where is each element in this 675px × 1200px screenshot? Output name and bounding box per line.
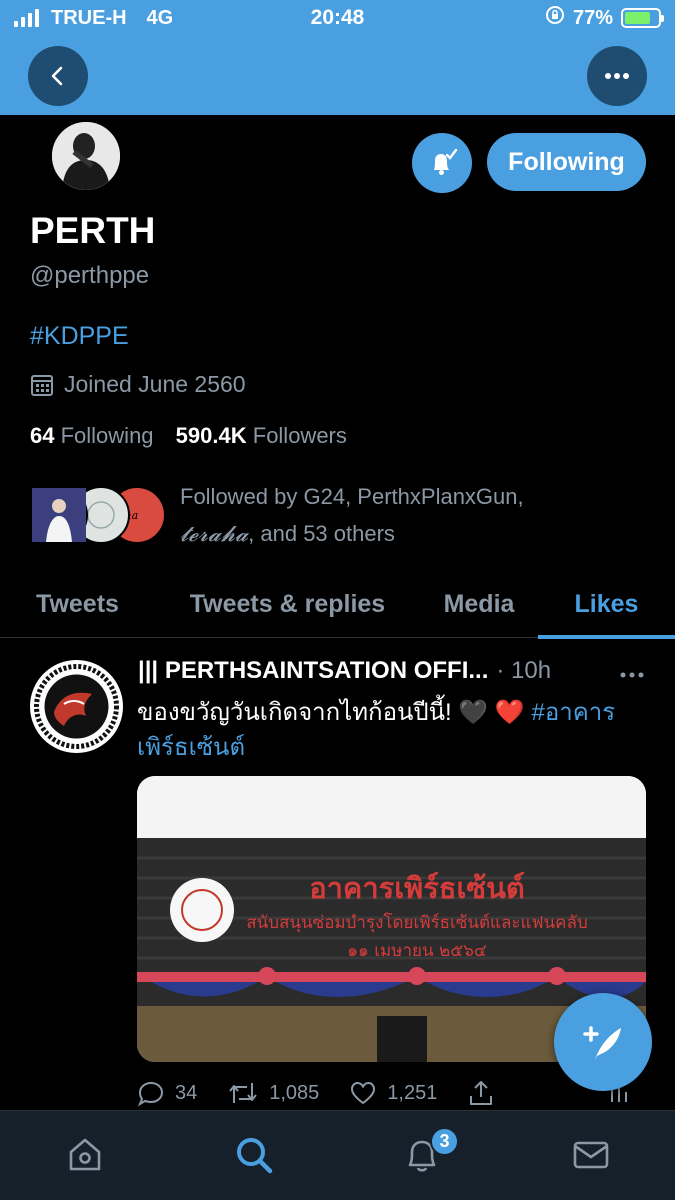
calendar-icon — [31, 374, 53, 396]
battery-icon — [621, 8, 664, 28]
profile-tabs: Tweets Tweets & replies Media Likes — [0, 572, 675, 639]
followed-by-section[interactable]: aha Followed by G24, PerthxPlanxGun, 𝓽𝓮𝓻… — [30, 478, 660, 558]
tweet-timestamp: · 10h — [496, 657, 552, 684]
chevron-left-icon — [51, 66, 63, 86]
followed-by-line-1: Followed by G24, PerthxPlanxGun, — [180, 484, 524, 509]
joined-date: Joined June 2560 — [30, 371, 246, 398]
sign-date: ๑๑ เมษายน ๒๕๖๔ — [347, 941, 487, 961]
more-options-button[interactable] — [587, 46, 647, 106]
like-count: 1,251 — [387, 1081, 438, 1104]
nav-home[interactable] — [63, 1133, 107, 1177]
follower-avatar-1 — [30, 486, 88, 544]
joined-label: Joined June 2560 — [64, 371, 246, 397]
heart-icon — [351, 1081, 376, 1105]
bottom-navigation — [0, 1110, 675, 1200]
followers-count-link[interactable]: 590.4K Followers — [176, 423, 347, 448]
following-button[interactable]: Following — [487, 133, 646, 191]
bell-check-icon — [434, 148, 458, 175]
tab-media[interactable]: Media — [420, 572, 538, 637]
tab-tweets[interactable]: Tweets — [0, 572, 155, 637]
reply-icon — [137, 1081, 164, 1107]
status-bar: TRUE-H 4G 20:48 77% — [0, 0, 675, 36]
tweet-text: ของขวัญวันเกิดจากไทก้อนปีนี้! 🖤 ❤️ #อาคา… — [137, 695, 652, 765]
followed-by-name: 𝓽𝓮𝓻𝓪𝓱𝓪 — [180, 522, 249, 547]
followers-label: Followers — [252, 423, 347, 448]
share-icon — [470, 1081, 493, 1105]
tweet-header: ||| PERTHSAINTSATION OFFI... · 10h — [138, 657, 658, 685]
tab-tweets-and-replies[interactable]: Tweets & replies — [155, 572, 420, 637]
retweet-button[interactable]: 1,085 — [227, 1079, 319, 1107]
rotation-lock-icon — [545, 5, 565, 31]
back-button[interactable] — [28, 46, 88, 106]
reply-button[interactable]: 34 — [137, 1079, 197, 1107]
follow-counts: 64 Following 590.4K Followers — [30, 423, 347, 449]
profile-name: PERTH — [30, 210, 156, 251]
compose-feather-icon — [583, 1026, 621, 1060]
profile-bio-hashtag[interactable]: #KDPPE — [30, 322, 129, 351]
sign-subtitle: สนับสนุนซ่อมบำรุงโดยเพิร์ธเซ้นต์และแฟนคล… — [246, 912, 588, 933]
battery-percent: 77% — [572, 6, 613, 29]
following-count-link[interactable]: 64 Following — [30, 423, 154, 448]
sign-title: อาคารเพิร์ธเซ้นต์ — [309, 871, 525, 905]
nav-messages[interactable] — [569, 1133, 613, 1177]
search-icon — [237, 1138, 273, 1174]
retweet-icon — [229, 1083, 258, 1103]
following-label: Following — [60, 423, 154, 448]
profile-handle: @perthppe — [30, 262, 150, 289]
mail-icon — [573, 1141, 609, 1169]
tweet-body: ของขวัญวันเกิดจากไทก้อนปีนี้! 🖤 ❤️ — [137, 699, 532, 726]
followers-count: 590.4K — [175, 423, 247, 448]
reply-count: 34 — [175, 1081, 198, 1104]
following-count: 64 — [30, 423, 55, 448]
followed-by-line-2: , and 53 others — [248, 521, 395, 546]
more-horizontal-icon — [605, 73, 629, 79]
share-button[interactable] — [467, 1079, 495, 1107]
notification-badge: 3 — [430, 1127, 459, 1156]
compose-tweet-button[interactable] — [554, 993, 652, 1091]
followed-by-text: Followed by G24, PerthxPlanxGun, 𝓽𝓮𝓻𝓪𝓱𝓪,… — [180, 478, 650, 553]
tweet-author-avatar[interactable] — [30, 660, 123, 753]
retweet-count: 1,085 — [269, 1081, 320, 1104]
like-button[interactable]: 1,251 — [349, 1079, 437, 1107]
nav-search[interactable] — [232, 1133, 276, 1177]
notifications-toggle-button[interactable] — [412, 133, 472, 193]
profile-header-banner — [0, 36, 675, 115]
tab-likes[interactable]: Likes — [538, 572, 675, 639]
tweet-more-icon[interactable] — [620, 657, 644, 685]
profile-avatar[interactable] — [48, 118, 124, 194]
home-icon — [69, 1138, 101, 1171]
tweet-author-name[interactable]: ||| PERTHSAINTSATION OFFI... — [138, 657, 488, 685]
